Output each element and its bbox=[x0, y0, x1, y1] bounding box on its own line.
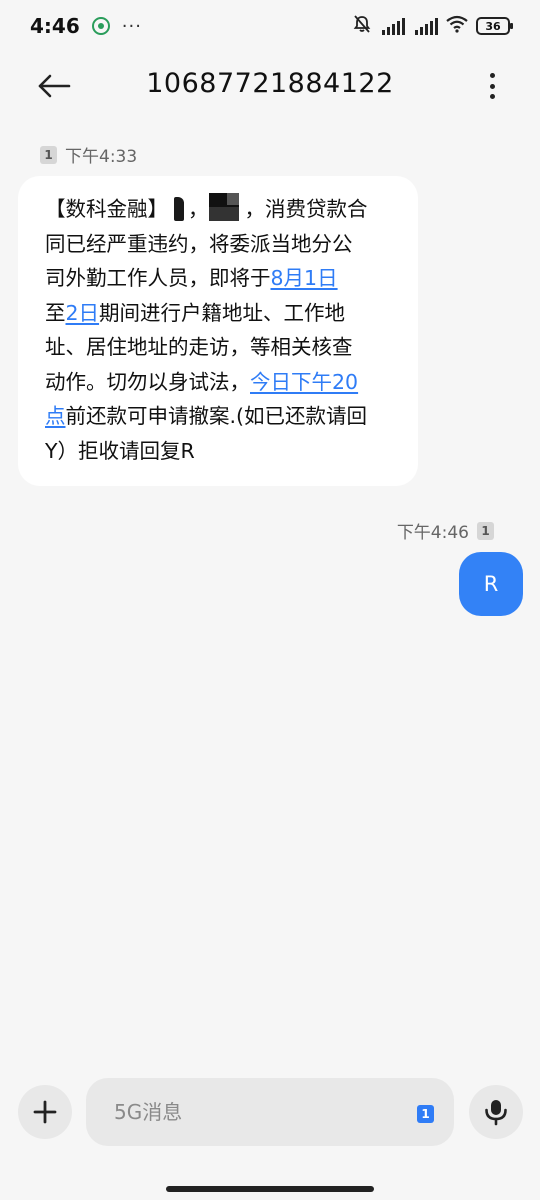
message-text: 同已经严重违约，将委派当地分公 bbox=[45, 231, 353, 256]
sim-select-button[interactable]: 1 bbox=[417, 1105, 434, 1123]
sim-1-icon: 1 bbox=[477, 521, 494, 540]
message-text: 【数科金融】 bbox=[45, 197, 168, 221]
home-indicator[interactable] bbox=[166, 1186, 374, 1192]
outgoing-message-bubble[interactable]: R bbox=[459, 552, 523, 616]
voice-input-button[interactable] bbox=[469, 1085, 523, 1139]
message-text: 动作。切勿以身试法， bbox=[45, 369, 250, 394]
more-notifications-icon: ··· bbox=[121, 15, 142, 37]
redacted-block bbox=[174, 197, 184, 221]
message-text: 至 bbox=[45, 300, 66, 325]
wifi-icon bbox=[446, 15, 468, 37]
incoming-time: 下午4:33 bbox=[65, 147, 138, 167]
incoming-timestamp: 1 下午4:33 bbox=[40, 142, 137, 167]
message-input[interactable] bbox=[114, 1100, 394, 1124]
battery-icon: 36 bbox=[476, 17, 513, 35]
plus-icon bbox=[33, 1100, 57, 1124]
signal-hd-2-icon bbox=[413, 17, 438, 35]
mute-bell-icon bbox=[352, 14, 372, 38]
dot-icon bbox=[489, 83, 495, 89]
message-text: 司外勤工作人员，即将于 bbox=[45, 266, 271, 290]
dot-icon bbox=[489, 94, 495, 99]
message-text: Y）拒收请回复R bbox=[45, 438, 195, 463]
contact-number-title: 10687721884122 bbox=[146, 68, 394, 99]
outgoing-time: 下午4:46 bbox=[396, 523, 469, 543]
date-link[interactable]: 2日 bbox=[66, 301, 100, 325]
message-input-container[interactable]: 1 bbox=[86, 1078, 454, 1146]
dot-icon bbox=[489, 73, 495, 78]
sim-1-icon: 1 bbox=[40, 145, 57, 164]
message-text: 前还款可申请撤案.(如已还款请回 bbox=[65, 404, 368, 428]
app-notification-icon bbox=[91, 17, 110, 35]
time-link[interactable]: 今日下午20 bbox=[250, 370, 358, 394]
date-link[interactable]: 8月1日 bbox=[271, 266, 338, 290]
more-options-button[interactable] bbox=[482, 70, 502, 102]
time-link[interactable]: 点 bbox=[45, 404, 66, 428]
outgoing-timestamp: 下午4:46 1 bbox=[397, 518, 494, 543]
microphone-icon bbox=[485, 1100, 507, 1126]
add-attachment-button[interactable] bbox=[18, 1085, 72, 1139]
message-text: 期间进行户籍地址、工作地 bbox=[99, 300, 346, 325]
message-text: 址、居住地址的走访，等相关核查 bbox=[45, 335, 353, 359]
status-bar: 4:46 ··· 36 bbox=[0, 0, 540, 52]
redacted-block bbox=[208, 193, 239, 221]
outgoing-message-text: R bbox=[483, 572, 499, 596]
signal-hd-1-icon bbox=[380, 17, 405, 35]
conversation-header: 10687721884122 bbox=[0, 52, 540, 122]
status-time: 4:46 bbox=[30, 14, 80, 38]
message-text: ， bbox=[188, 197, 209, 221]
incoming-message-bubble[interactable]: 【数科金融】 ， ，消费贷款合 同已经严重违约，将委派当地分公 司外勤工作人员，即将… bbox=[18, 176, 418, 486]
message-text: ，消费贷款合 bbox=[244, 197, 368, 221]
